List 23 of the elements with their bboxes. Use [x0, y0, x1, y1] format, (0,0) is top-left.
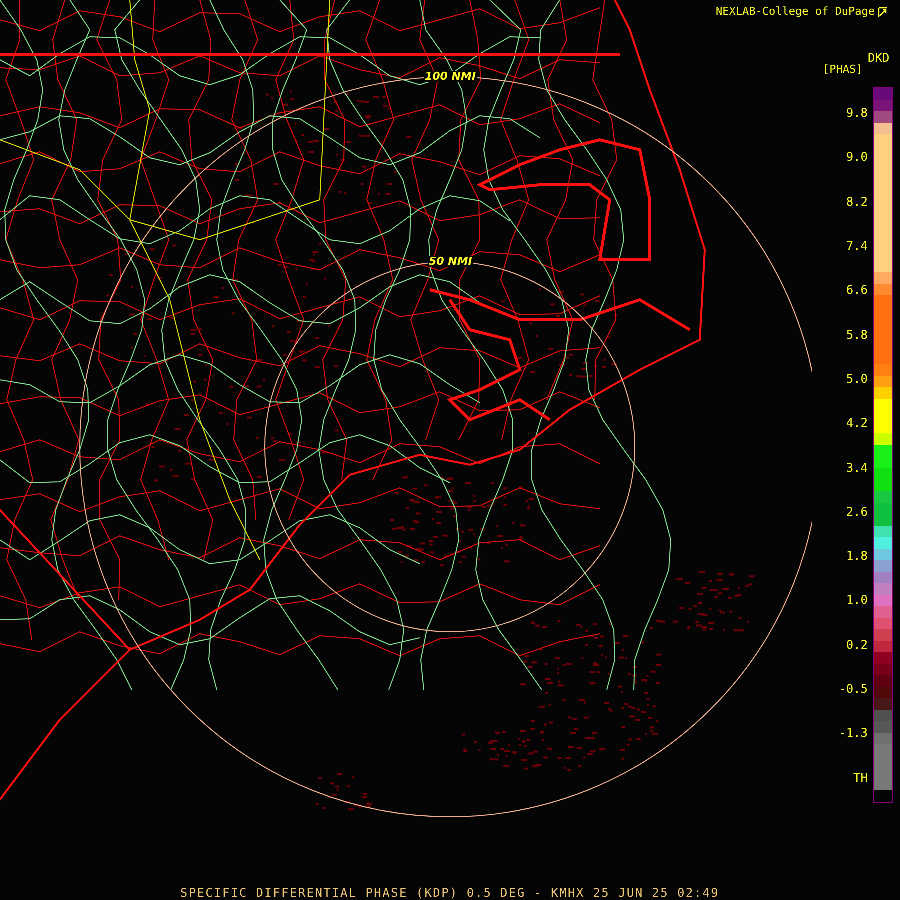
scale-label: TH [854, 772, 868, 784]
scale-label: 5.0 [846, 372, 868, 385]
scale-label: 9.0 [846, 151, 868, 164]
scale-label: 4.2 [846, 417, 868, 430]
units-label: [PHAS] [823, 64, 863, 75]
scale-label: 2.6 [846, 506, 868, 518]
scale-label: 7.4 [846, 240, 868, 252]
scale-label: 3.4 [846, 462, 868, 474]
logo-icon [878, 6, 888, 18]
range-label: 100 NMI [424, 71, 478, 82]
credit-text: NEXLAB-College of DuPage [716, 4, 875, 20]
scale-label: 6.6 [846, 284, 868, 296]
scale-label: 0.2 [846, 638, 868, 651]
caption-text: SPECIFIC DIFFERENTIAL PHASE (KDP) 0.5 DEG - KMHX 25 JUN 25 02:49 [180, 887, 720, 899]
scale-label: 1.8 [846, 550, 868, 562]
scale-label: 9.8 [846, 107, 868, 120]
scale-label: 1.0 [846, 594, 868, 606]
product-code: DKD [868, 52, 890, 64]
scale-label: -0.5 [839, 683, 868, 695]
scale-label: -1.3 [839, 727, 868, 740]
scale-label: 5.8 [846, 328, 868, 341]
range-label: 50 NMI [428, 256, 474, 267]
scale-label: 8.2 [846, 196, 868, 208]
